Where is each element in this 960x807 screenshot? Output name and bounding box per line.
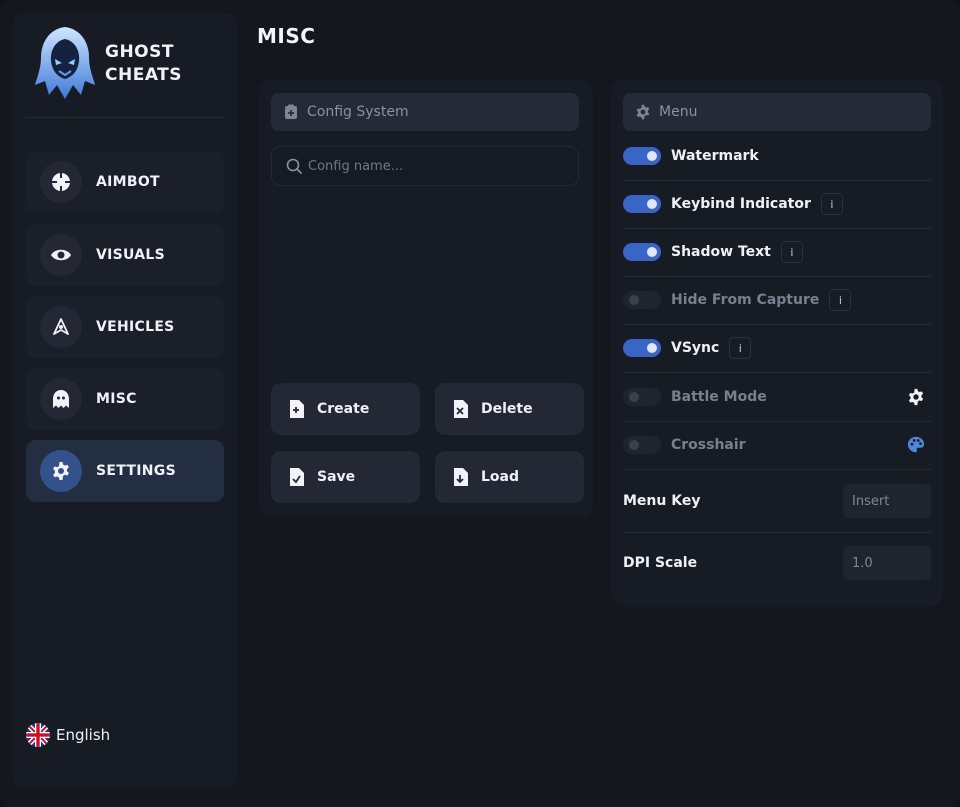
save-button-label: Save: [317, 469, 356, 485]
setting-label: Watermark: [671, 148, 759, 164]
gear-icon: [40, 450, 82, 492]
config-panel-title: Config System: [307, 104, 409, 120]
gear-icon: [636, 104, 650, 120]
language-label: English: [56, 726, 111, 744]
info-icon[interactable]: i: [820, 193, 843, 215]
load-button[interactable]: Load: [435, 451, 584, 503]
setting-row-hide-from-capture: Hide From Capture i: [623, 276, 931, 324]
delete-button-label: Delete: [481, 401, 533, 417]
language-selector[interactable]: English: [26, 723, 110, 747]
app-window: GHOST CHEATS AIMBOT VISUALS VEHICLES MIS…: [0, 0, 960, 807]
sidebar-item-misc[interactable]: MISC: [26, 368, 224, 430]
palette-icon[interactable]: [907, 436, 925, 454]
keybind-indicator-toggle[interactable]: [623, 195, 661, 213]
page-title: MISC: [257, 24, 316, 48]
sidebar-item-settings[interactable]: SETTINGS: [26, 440, 224, 502]
setting-label: Hide From Capture: [671, 292, 820, 308]
hide-from-capture-toggle[interactable]: [623, 291, 661, 309]
create-button[interactable]: Create: [271, 383, 420, 435]
sidebar-item-aimbot[interactable]: AIMBOT: [26, 151, 224, 213]
file-load-icon: [454, 468, 468, 486]
setting-label: Crosshair: [671, 437, 746, 453]
setting-label: VSync: [671, 340, 720, 356]
ghost-logo-icon: [35, 27, 95, 99]
setting-row-shadow-text: Shadow Text i: [623, 228, 931, 276]
sidebar-item-visuals[interactable]: VISUALS: [26, 224, 224, 286]
file-save-icon: [290, 468, 304, 486]
sidebar-divider: [26, 117, 224, 118]
divider: [623, 469, 931, 470]
battle-mode-toggle[interactable]: [623, 388, 661, 406]
config-name-input[interactable]: [308, 158, 568, 174]
config-panel: Config System Create Delete: [259, 80, 593, 517]
eye-icon: [40, 234, 82, 276]
menu-panel-title: Menu: [659, 104, 698, 120]
delete-button[interactable]: Delete: [435, 383, 584, 435]
menu-panel: Menu Watermark Keybind Indicator i Shado…: [611, 80, 943, 606]
file-delete-icon: [454, 400, 468, 418]
clipboard-icon: [285, 104, 297, 119]
sidebar-item-label: SETTINGS: [96, 463, 176, 479]
brand-line-1: GHOST: [105, 42, 174, 62]
shadow-text-toggle[interactable]: [623, 243, 661, 261]
ghost-icon: [40, 378, 82, 420]
setting-label: Battle Mode: [671, 389, 767, 405]
vehicle-icon: [40, 306, 82, 348]
dpi-scale-input[interactable]: [843, 546, 931, 580]
vsync-toggle[interactable]: [623, 339, 661, 357]
setting-row-battle-mode: Battle Mode: [623, 373, 931, 421]
crosshair-toggle[interactable]: [623, 436, 661, 454]
menu-key-input[interactable]: [843, 484, 931, 518]
uk-flag-icon: [26, 723, 50, 747]
dpi-scale-label: DPI Scale: [623, 555, 698, 571]
setting-row-vsync: VSync i: [623, 324, 931, 372]
setting-row-keybind-indicator: Keybind Indicator i: [623, 180, 931, 228]
gear-icon[interactable]: [907, 388, 925, 406]
config-name-field[interactable]: [271, 146, 579, 186]
file-add-icon: [290, 400, 304, 418]
sidebar: GHOST CHEATS AIMBOT VISUALS VEHICLES MIS…: [13, 13, 237, 789]
sidebar-item-vehicles[interactable]: VEHICLES: [26, 296, 224, 358]
setting-row-menu-key: Menu Key: [623, 478, 931, 524]
sidebar-item-label: AIMBOT: [96, 174, 160, 190]
watermark-toggle[interactable]: [623, 147, 661, 165]
setting-label: Shadow Text: [671, 244, 771, 260]
setting-row-watermark: Watermark: [623, 132, 931, 180]
setting-row-dpi-scale: DPI Scale: [623, 540, 931, 586]
info-icon[interactable]: i: [780, 241, 803, 263]
setting-row-crosshair: Crosshair: [623, 421, 931, 469]
sidebar-item-label: VISUALS: [96, 247, 166, 263]
brand-line-2: CHEATS: [105, 65, 182, 85]
sidebar-item-label: MISC: [96, 391, 137, 407]
crosshair-icon: [40, 161, 82, 203]
menu-panel-header: Menu: [623, 93, 931, 131]
menu-key-label: Menu Key: [623, 493, 701, 509]
divider: [623, 532, 931, 533]
brand-name: GHOST CHEATS: [105, 41, 225, 87]
create-button-label: Create: [317, 401, 370, 417]
config-panel-header: Config System: [271, 93, 579, 131]
info-icon[interactable]: i: [729, 337, 752, 359]
load-button-label: Load: [481, 469, 520, 485]
info-icon[interactable]: i: [829, 289, 852, 311]
search-icon: [286, 158, 302, 174]
setting-label: Keybind Indicator: [671, 196, 811, 212]
save-button[interactable]: Save: [271, 451, 420, 503]
sidebar-item-label: VEHICLES: [96, 319, 175, 335]
